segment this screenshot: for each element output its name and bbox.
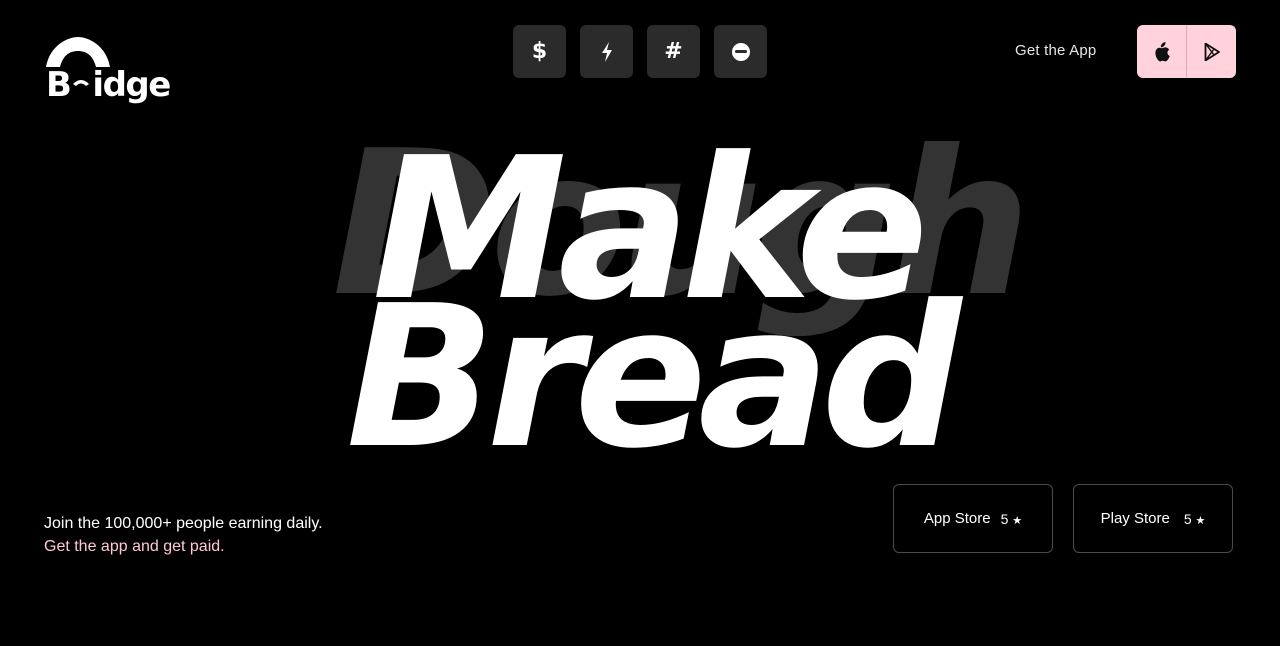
logo-wordmark: Bidge <box>46 65 171 105</box>
smile-icon <box>731 42 750 61</box>
star-icon: ★ <box>1012 514 1023 527</box>
tagline-primary: Join the 100,000+ people earning daily. <box>44 515 323 532</box>
lightning-button[interactable] <box>580 25 633 78</box>
store-download-buttons <box>1137 25 1236 78</box>
star-icon: ★ <box>1195 514 1206 527</box>
dollar-icon: $ <box>531 38 548 64</box>
app-store-rating-button[interactable]: App Store 5 ★ <box>893 484 1053 553</box>
hero: Dough Make Bread <box>0 120 1280 477</box>
get-the-app-link[interactable]: Get the App <box>1015 42 1096 59</box>
tagline-secondary: Get the app and get paid. <box>44 538 225 555</box>
bridge-arch-icon <box>46 37 110 67</box>
hash-icon: # <box>664 38 683 64</box>
dollar-button[interactable]: $ <box>513 25 566 78</box>
apple-download-button[interactable] <box>1137 25 1186 78</box>
bridge-logo[interactable]: Bidge <box>46 37 188 105</box>
smile-button[interactable] <box>714 25 767 78</box>
play-store-score-value: 5 <box>1183 510 1192 527</box>
logo-letter-b: B <box>46 65 72 105</box>
play-store-label: Play Store <box>1100 510 1170 527</box>
tagline: Join the 100,000+ people earning daily. … <box>44 512 323 558</box>
logo-smile-glyph <box>70 72 92 96</box>
hash-button[interactable]: # <box>647 25 700 78</box>
logo-letters-idge: idge <box>92 65 171 105</box>
app-store-score-value: 5 <box>1000 510 1009 527</box>
google-play-download-button[interactable] <box>1187 25 1236 78</box>
play-store-rating-button[interactable]: Play Store 5 ★ <box>1073 484 1233 553</box>
apple-icon <box>1154 41 1170 61</box>
app-store-label: App Store <box>923 510 991 527</box>
app-store-score: 5 ★ <box>1001 511 1023 527</box>
google-play-icon <box>1204 42 1220 61</box>
play-store-score: 5 ★ <box>1184 511 1206 527</box>
hero-headline-line2: Bread <box>346 264 962 492</box>
feature-icon-nav: $ # <box>513 25 767 78</box>
lightning-icon <box>601 41 612 62</box>
